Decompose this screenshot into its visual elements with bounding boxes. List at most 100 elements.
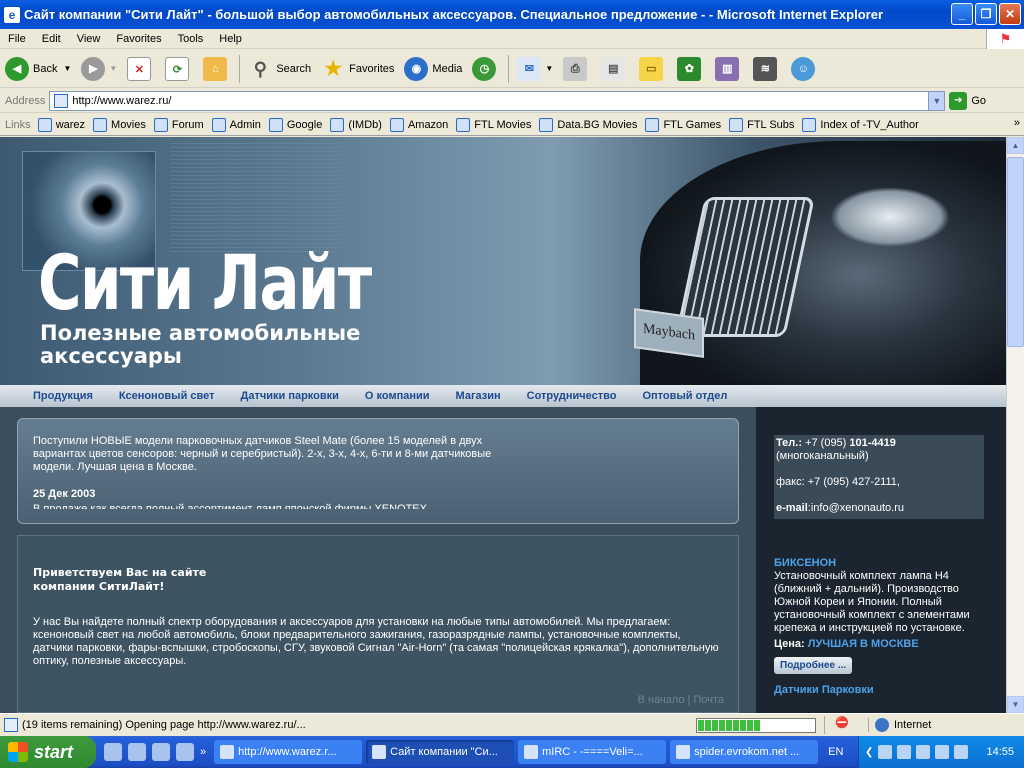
link-ftl-games[interactable]: FTL Games [643,117,727,132]
tray-icon[interactable] [954,745,969,759]
email-link[interactable]: :info@xenonauto.ru [808,502,904,514]
nav-products[interactable]: Продукция [20,390,106,402]
price-label: Цена: [774,638,805,650]
go-button[interactable]: ➔ Go [949,91,986,110]
menu-view[interactable]: View [69,33,109,45]
back-button[interactable]: ◀ Back ▼ [0,53,76,85]
mail-button[interactable]: ✉ ▼ [512,53,558,85]
explorer-icon[interactable] [104,743,122,761]
window-titlebar[interactable]: e Сайт компании "Сити Лайт" - большой вы… [0,0,1024,29]
history-button[interactable]: ◷ [467,53,505,85]
back-dropdown-icon[interactable]: ▼ [63,64,71,73]
language-indicator[interactable]: EN [828,746,843,758]
link-databg-movies[interactable]: Data.BG Movies [537,117,643,132]
favorites-label: Favorites [349,62,395,75]
stop-button[interactable]: ✕ [122,53,160,85]
search-button[interactable]: ⚲ Search [243,53,316,85]
car-headlight [830,187,950,247]
messenger-button[interactable]: ☺ [786,53,824,85]
tray-icon[interactable] [897,745,912,759]
promo-title[interactable]: БИКСЕНОН [774,557,988,570]
menu-favorites[interactable]: Favorites [108,33,169,45]
task-button-1[interactable]: http://www.warez.r... [214,740,363,764]
ie-quicklaunch-icon[interactable] [128,743,146,761]
tray-icon[interactable] [935,745,950,759]
media-button[interactable]: ◉ Media [399,53,467,85]
site-logo[interactable]: Сити Лайт [38,241,372,325]
link-google[interactable]: Google [267,117,328,132]
scroll-up-icon[interactable]: ▲ [1007,137,1024,154]
tray-expand-icon[interactable]: ❮ [865,747,873,758]
quicklaunch-overflow-icon[interactable]: » [200,746,206,758]
link-imdb[interactable]: (IMDb) [328,117,388,132]
uk-flag-icon[interactable] [176,743,194,761]
nav-parking-sensors[interactable]: Датчики парковки [228,390,352,402]
discuss-button[interactable]: ▭ [634,53,672,85]
site-slogan: Полезные автомобильные аксессуары [40,322,360,368]
menu-help[interactable]: Help [211,33,250,45]
task-button-3[interactable]: mIRC - -====Veli=... [518,740,667,764]
close-button[interactable]: ✕ [999,3,1021,25]
scroll-down-icon[interactable]: ▼ [1007,696,1024,713]
excel-icon[interactable] [152,743,170,761]
ie-page-icon [389,117,404,132]
nav-xenon[interactable]: Ксеноновый свет [106,390,228,402]
slogan-line-1: Полезные автомобильные [40,321,361,345]
nav-wholesale[interactable]: Оптовый отдел [629,390,740,402]
refresh-button[interactable]: ⟳ [160,53,198,85]
taskbar: start » http://www.warez.r... Сайт компа… [0,736,1024,768]
address-dropdown-icon[interactable]: ▼ [928,91,945,110]
menu-file[interactable]: File [0,33,34,45]
home-button[interactable]: ⌂ [198,53,236,85]
edit-button[interactable]: ▤ [596,53,634,85]
task-button-2[interactable]: Сайт компании "Си... [366,740,515,764]
tray-icon[interactable] [916,745,931,759]
icq-button[interactable]: ✿ [672,53,710,85]
progress-segment [698,719,704,731]
tray-icon[interactable] [878,745,893,759]
more-button[interactable]: Подробнее ... [774,657,853,674]
forward-button[interactable]: ▶ ▼ [76,53,122,85]
nav-shop[interactable]: Магазин [443,390,514,402]
globe-icon [875,718,889,732]
print-button[interactable]: ⎙ [558,53,596,85]
forward-dropdown-icon[interactable]: ▼ [109,64,117,73]
security-zone-area: ⛔ [824,716,860,734]
link-label: (IMDb) [348,118,382,131]
mail-icon: ✉ [517,56,542,81]
start-button[interactable]: start [0,736,96,768]
maximize-button[interactable]: ❐ [975,3,997,25]
link-movies[interactable]: Movies [91,117,152,132]
link-admin[interactable]: Admin [210,117,267,132]
minimize-button[interactable]: _ [951,3,973,25]
link-index-tv-author[interactable]: Index of -TV_Author [800,117,924,132]
link-warez[interactable]: warez [36,117,91,132]
nav-cooperation[interactable]: Сотрудничество [514,390,630,402]
nav-about[interactable]: О компании [352,390,443,402]
back-label: Back [33,62,58,75]
vertical-scrollbar[interactable]: ▲ ▼ [1006,137,1024,713]
mail-dropdown-icon[interactable]: ▼ [545,64,553,73]
link-label: FTL Movies [474,118,532,131]
research-button[interactable]: ▥ [710,53,748,85]
phone-prefix: +7 (095) [805,437,847,449]
status-message: (19 items remaining) Opening page http:/… [0,718,696,732]
favorites-button[interactable]: ★ Favorites [316,53,399,85]
link-ftl-subs[interactable]: FTL Subs [727,117,800,132]
address-url[interactable]: http://www.warez.ru/ [72,95,171,107]
menu-edit[interactable]: Edit [34,33,69,45]
menu-tools[interactable]: Tools [170,33,212,45]
link-ftl-movies[interactable]: FTL Movies [454,117,537,132]
promo-text: Установочный комплект лампа H4 (ближний … [774,570,970,634]
address-field[interactable]: http://www.warez.ru/ ▼ [49,90,946,111]
clock[interactable]: 14:55 [986,746,1024,758]
winamp-button[interactable]: ≋ [748,53,786,85]
links-overflow-icon[interactable]: » [1014,117,1020,129]
promo2-title[interactable]: Датчики Парковки [774,684,988,697]
page-links[interactable]: В начало | Почта [638,694,724,706]
task-button-4[interactable]: spider.evrokom.net ... [670,740,819,764]
system-tray: ❮ 14:55 [858,736,1024,768]
link-amazon[interactable]: Amazon [388,117,454,132]
link-forum[interactable]: Forum [152,117,210,132]
scroll-thumb[interactable] [1007,157,1024,347]
